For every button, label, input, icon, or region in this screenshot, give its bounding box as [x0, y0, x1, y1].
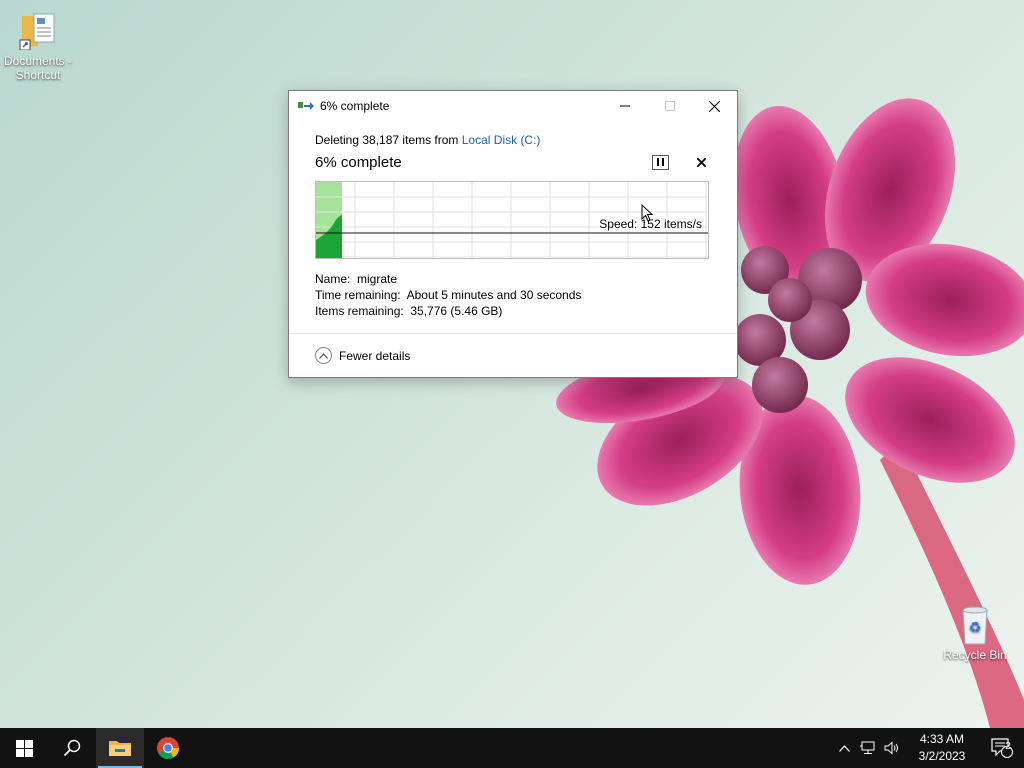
name-value: migrate — [357, 272, 398, 286]
chevron-up-icon — [838, 744, 850, 752]
show-hidden-icons-button[interactable] — [832, 728, 856, 768]
time-value: About 5 minutes and 30 seconds — [406, 288, 582, 302]
file-explorer-taskbar-button[interactable] — [96, 728, 144, 768]
delete-progress-dialog: 6% complete Deleting 38,187 items from L… — [288, 90, 738, 378]
details-section: Name: migrate Time remaining: About 5 mi… — [315, 271, 711, 319]
cancel-operation-button[interactable] — [693, 154, 709, 170]
desktop-icon-label: Recycle Bin — [943, 648, 1007, 662]
folder-shortcut-icon — [18, 10, 58, 51]
name-row: Name: migrate — [315, 271, 711, 287]
taskbar: 4:33 AM 3/2/2023 2 — [0, 728, 1024, 768]
desktop-icon-label: Documents - Shortcut — [3, 54, 73, 82]
fewer-details-toggle[interactable]: Fewer details — [289, 333, 737, 377]
action-center-button[interactable]: 2 — [980, 728, 1024, 768]
delete-progress-icon — [298, 100, 314, 112]
close-icon — [696, 157, 706, 167]
time-remaining-row: Time remaining: About 5 minutes and 30 s… — [315, 287, 711, 303]
svg-text:♻: ♻ — [969, 619, 982, 635]
progress-graph: Speed: 152 items/s — [315, 181, 709, 259]
items-value: 35,776 (5.46 GB) — [410, 304, 503, 318]
name-label: Name: — [315, 272, 351, 286]
location-link[interactable]: Local Disk (C:) — [462, 133, 541, 147]
desktop-icon-recycle-bin[interactable]: ♻ Recycle Bin — [937, 604, 1013, 662]
clock[interactable]: 4:33 AM 3/2/2023 — [912, 731, 972, 765]
pause-icon — [657, 158, 664, 166]
window-title: 6% complete — [320, 99, 390, 113]
network-icon — [860, 741, 875, 754]
speaker-icon — [884, 741, 898, 755]
fewer-details-label: Fewer details — [339, 348, 411, 363]
start-button[interactable] — [0, 728, 48, 768]
windows-logo-icon — [15, 739, 33, 757]
notification-count-badge: 2 — [1005, 741, 1011, 752]
folder-icon — [109, 741, 131, 756]
volume-button[interactable] — [880, 728, 904, 768]
maximize-button — [647, 91, 692, 121]
close-button[interactable] — [692, 91, 737, 121]
clock-date: 3/2/2023 — [918, 749, 966, 763]
items-label: Items remaining: — [315, 304, 404, 318]
minimize-button[interactable] — [602, 91, 647, 121]
deleting-prefix: Deleting 38,187 items from — [315, 133, 462, 147]
desktop-icon-documents-shortcut[interactable]: Documents - Shortcut — [0, 10, 76, 82]
mouse-cursor-icon — [641, 204, 654, 222]
chevron-up-icon — [315, 347, 332, 364]
clock-time: 4:33 AM — [919, 732, 965, 746]
items-remaining-row: Items remaining: 35,776 (5.46 GB) — [315, 303, 711, 319]
title-bar[interactable]: 6% complete — [289, 91, 737, 121]
network-button[interactable] — [856, 728, 880, 768]
search-icon — [63, 739, 81, 757]
chrome-taskbar-button[interactable] — [144, 728, 192, 768]
time-label: Time remaining: — [315, 288, 401, 302]
chrome-icon — [157, 737, 179, 759]
pause-button[interactable] — [652, 154, 669, 170]
search-button[interactable] — [48, 728, 96, 768]
deleting-summary: Deleting 38,187 items from Local Disk (C… — [315, 133, 711, 147]
progress-heading: 6% complete — [315, 153, 402, 171]
recycle-bin-icon: ♻ — [955, 604, 995, 645]
system-tray: 4:33 AM 3/2/2023 2 — [832, 728, 1024, 768]
